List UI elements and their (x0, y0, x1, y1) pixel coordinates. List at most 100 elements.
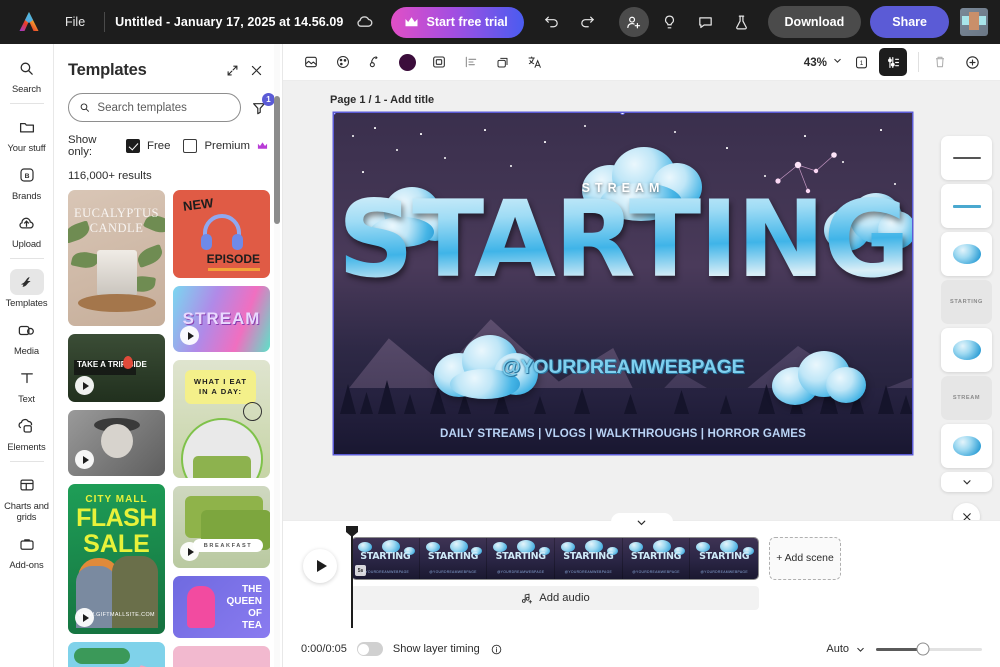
premium-label[interactable]: Premium (204, 140, 250, 152)
sidebar-item-text[interactable]: Text (2, 360, 52, 408)
layer-thumb-text-starting[interactable]: STARTING (941, 280, 992, 324)
artboard-top-word[interactable]: STREAM (582, 181, 665, 195)
show-layer-timing-toggle[interactable] (356, 642, 383, 656)
expand-diagonal-icon[interactable] (220, 58, 244, 82)
sidebar-item-templates[interactable]: Templates (2, 264, 52, 312)
template-card[interactable]: TAKE A TRIP SIDE (68, 334, 165, 402)
template-card[interactable]: THE QUEEN OF TEA (173, 576, 270, 638)
template-card[interactable]: WHAT I EAT IN A DAY: (173, 360, 270, 478)
page-label[interactable]: Page 1 / 1 - Add title (330, 94, 434, 106)
play-icon[interactable] (180, 542, 199, 561)
timeline-frame[interactable]: STARTING @YOURDREAMWEBPAGE 5s (352, 538, 420, 579)
artboard-main-word[interactable]: STARTING (334, 181, 912, 299)
color-swatch-icon[interactable] (393, 48, 421, 76)
sidebar-item-your-stuff[interactable]: Your stuff (2, 109, 52, 157)
adobe-express-logo[interactable] (16, 9, 42, 35)
timeline-frame[interactable]: STARTING @YOURDREAMWEBPAGE (419, 538, 488, 579)
scene-filmstrip[interactable]: STARTING @YOURDREAMWEBPAGE 5s STARTING @… (351, 537, 759, 580)
redo-icon[interactable] (573, 7, 603, 37)
layer-thumb-text-stream[interactable]: STREAM (941, 376, 992, 420)
add-person-icon[interactable] (618, 7, 649, 37)
sidebar-item-upload[interactable]: Upload (2, 205, 52, 253)
beaker-icon[interactable] (727, 7, 757, 37)
lightbulb-icon[interactable] (655, 7, 685, 37)
template-card[interactable]: BREAKFAST (173, 486, 270, 568)
layer-thumb-cloud-top[interactable] (941, 424, 992, 468)
search-input-wrap[interactable] (68, 93, 241, 122)
playhead[interactable] (351, 528, 353, 628)
frame-sublabel: @YOURDREAMWEBPAGE (429, 570, 477, 574)
user-avatar[interactable] (960, 8, 988, 36)
chevron-down-icon[interactable] (832, 55, 843, 69)
play-icon[interactable] (180, 326, 199, 345)
sidebar-item-charts-and-grids[interactable]: Charts and grids (2, 467, 52, 526)
animate-icon[interactable] (361, 48, 389, 76)
page-1-icon[interactable]: 1 (847, 48, 875, 76)
template-card[interactable]: CITY MALL FLASH SALE WWW.GIFTMALLSITE.CO… (68, 484, 165, 634)
color-palette-icon[interactable] (329, 48, 357, 76)
document-title[interactable]: Untitled - January 17, 2025 at 14.56.09 (115, 15, 343, 29)
sidebar-item-search[interactable]: Search (2, 50, 52, 98)
template-card[interactable]: STREAM (173, 286, 270, 352)
layers-duplicate-icon[interactable] (489, 48, 517, 76)
timeline-frame[interactable]: STARTING @YOURDREAMWEBPAGE (487, 538, 556, 579)
template-card[interactable]: EUCALYPTUS CANDLE (68, 190, 165, 326)
translate-icon[interactable] (521, 48, 549, 76)
sidebar-item-media[interactable]: Media (2, 312, 52, 360)
free-checkbox[interactable] (126, 139, 141, 153)
layer-thumb-text-handle[interactable] (941, 184, 992, 228)
artboard-handle-text[interactable]: @YOURDREAMWEBPAGE (334, 356, 912, 379)
play-button[interactable] (303, 549, 337, 583)
panel-scrollbar-thumb[interactable] (274, 96, 280, 224)
templates-grid[interactable]: EUCALYPTUS CANDLE TAKE A TRIP SIDE CITY … (54, 190, 282, 667)
zoom-slider[interactable] (876, 642, 982, 656)
layer-thumb-cloud-mid[interactable] (941, 328, 992, 372)
trash-icon[interactable] (926, 48, 954, 76)
close-icon[interactable] (244, 58, 268, 82)
start-free-trial-button[interactable]: Start free trial (391, 6, 524, 38)
align-icon[interactable] (457, 48, 485, 76)
template-card[interactable] (173, 646, 270, 667)
sidebar-item-brands[interactable]: B Brands (2, 157, 52, 205)
undo-icon[interactable] (537, 7, 567, 37)
timeline-frame[interactable]: STARTING @YOURDREAMWEBPAGE (622, 538, 691, 579)
zoom-slider-knob[interactable] (916, 642, 930, 656)
file-menu[interactable]: File (56, 10, 94, 34)
layer-thumb-cloud-bottom[interactable] (941, 232, 992, 276)
timeline-frame[interactable]: STARTING @YOURDREAMWEBPAGE (555, 538, 623, 579)
timeline-frame[interactable]: STARTING @YOURDREAMWEBPAGE (690, 538, 758, 579)
artboard-cta-text[interactable]: DAILY STREAMS | VLOGS | WALKTHROUGHS | H… (334, 427, 912, 440)
layer-thumb-text-cta[interactable] (941, 136, 992, 180)
auto-label[interactable]: Auto (826, 643, 849, 655)
play-icon[interactable] (75, 608, 94, 627)
premium-checkbox[interactable] (183, 139, 198, 153)
play-icon[interactable] (75, 450, 94, 469)
search-input[interactable] (97, 101, 230, 114)
resize-image-icon[interactable] (297, 48, 325, 76)
auto-chevron-down-icon[interactable] (855, 644, 866, 655)
template-card[interactable]: We asked ten nonprofits the top ways to (68, 642, 165, 667)
sidebar-item-add-ons[interactable]: Add-ons (2, 526, 52, 574)
layers-more-chevron-down-icon[interactable] (941, 472, 992, 492)
add-circle-icon[interactable] (958, 48, 986, 76)
filter-funnel-icon[interactable]: 1 (248, 92, 275, 119)
download-button[interactable]: Download (767, 6, 862, 38)
canvas-scroll[interactable]: Page 1 / 1 - Add title STARTING STREAM @… (283, 81, 1000, 520)
template-card[interactable] (68, 410, 165, 476)
comment-icon[interactable] (691, 7, 721, 37)
zoom-level[interactable]: 43% (804, 56, 827, 69)
divider (9, 103, 44, 104)
template-card[interactable]: NEW EPISODE (173, 190, 270, 278)
info-icon[interactable] (490, 643, 503, 656)
timeline-collapse-chevron-down-icon[interactable] (610, 513, 673, 532)
sidebar-item-elements[interactable]: Elements (2, 408, 52, 456)
play-icon[interactable] (75, 376, 94, 395)
add-audio-button[interactable]: Add audio (351, 586, 759, 610)
layers-icon[interactable] (879, 48, 907, 76)
frame-icon[interactable] (425, 48, 453, 76)
add-scene-button[interactable]: + Add scene (769, 537, 841, 580)
free-label[interactable]: Free (147, 140, 170, 152)
share-button[interactable]: Share (870, 6, 949, 38)
layers-close-icon[interactable] (953, 503, 980, 520)
artboard[interactable]: STARTING STREAM @YOURDREAMWEBPAGE DAILY … (334, 113, 912, 454)
